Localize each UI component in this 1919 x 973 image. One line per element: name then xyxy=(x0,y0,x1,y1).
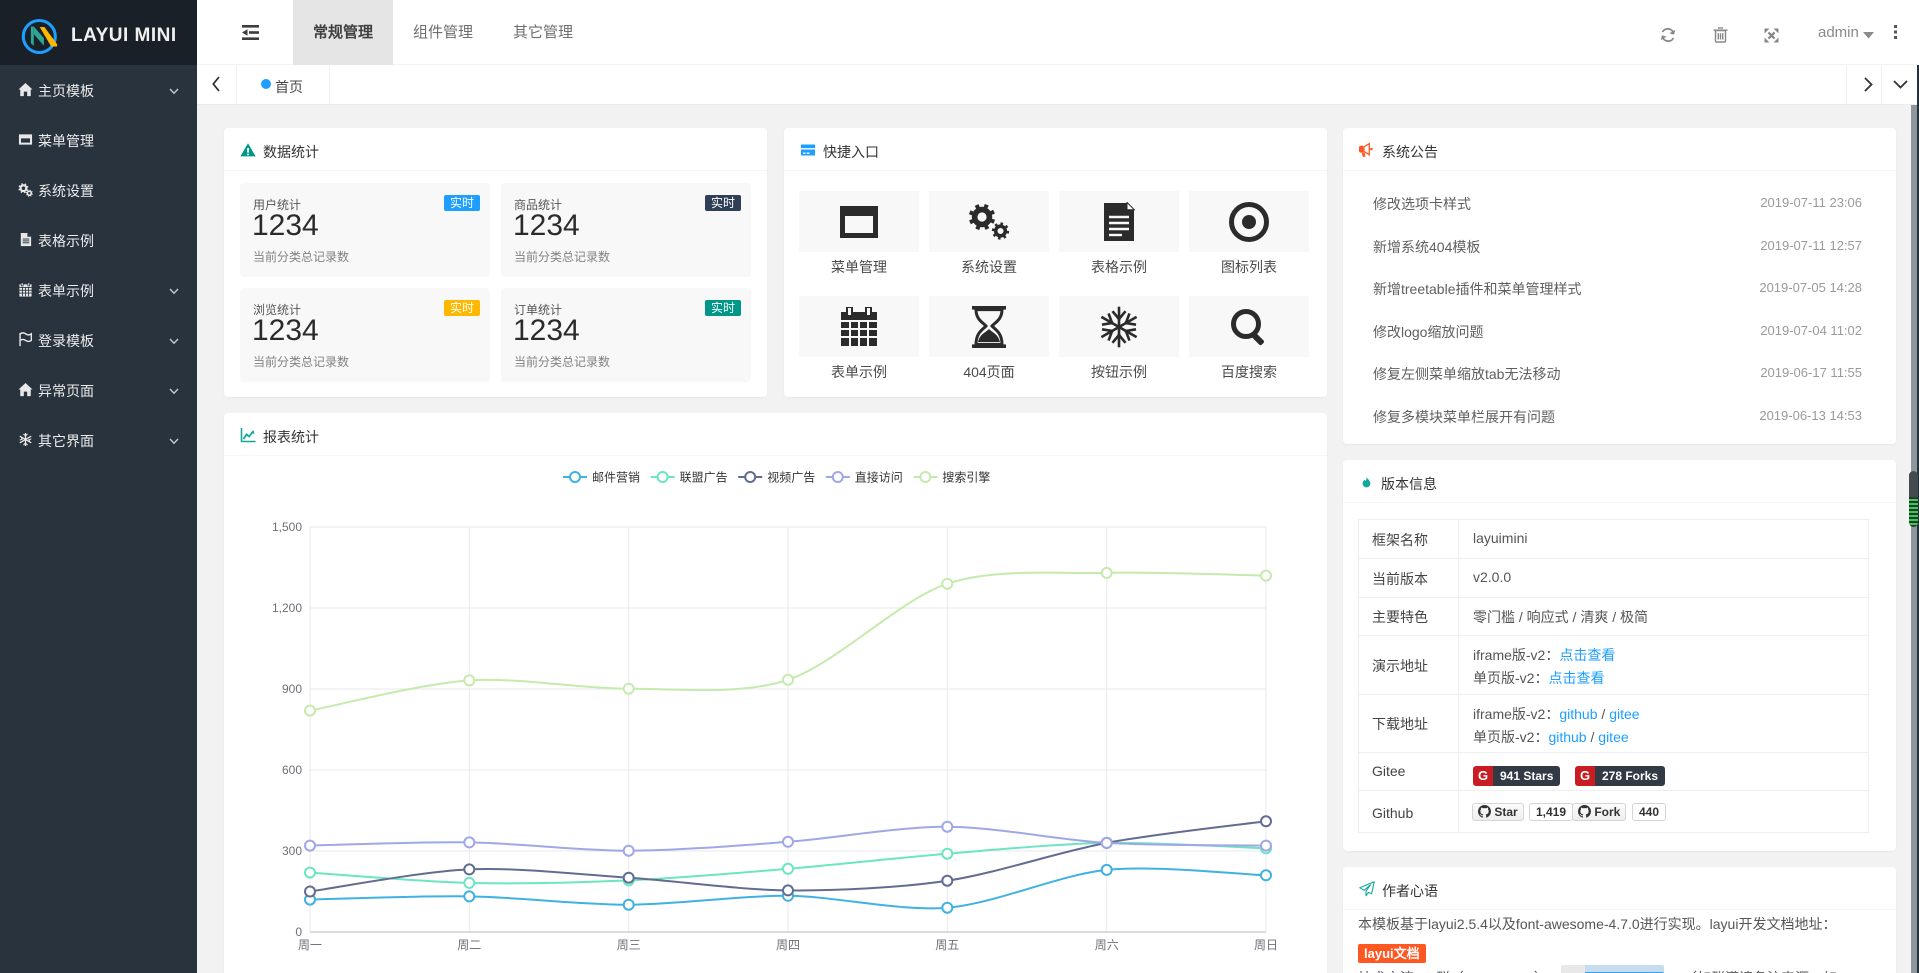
svg-text:300: 300 xyxy=(282,844,302,858)
svg-text:联盟广告: 联盟广告 xyxy=(680,471,728,485)
svg-text:1,200: 1,200 xyxy=(272,601,302,615)
svg-text:周三: 周三 xyxy=(617,938,641,952)
svg-text:周四: 周四 xyxy=(776,938,800,952)
svg-text:周六: 周六 xyxy=(1095,938,1119,952)
svg-text:周二: 周二 xyxy=(457,938,481,952)
svg-text:周一: 周一 xyxy=(298,938,322,952)
svg-text:直接访问: 直接访问 xyxy=(855,470,903,485)
svg-text:搜索引擎: 搜索引擎 xyxy=(942,470,990,485)
svg-text:周五: 周五 xyxy=(935,938,959,952)
svg-text:周日: 周日 xyxy=(1254,938,1278,952)
svg-text:邮件营销: 邮件营销 xyxy=(592,471,640,485)
svg-text:0: 0 xyxy=(295,925,302,939)
svg-text:600: 600 xyxy=(282,763,302,777)
svg-text:视频广告: 视频广告 xyxy=(767,470,815,485)
svg-text:900: 900 xyxy=(282,682,302,696)
svg-text:1,500: 1,500 xyxy=(272,520,302,534)
